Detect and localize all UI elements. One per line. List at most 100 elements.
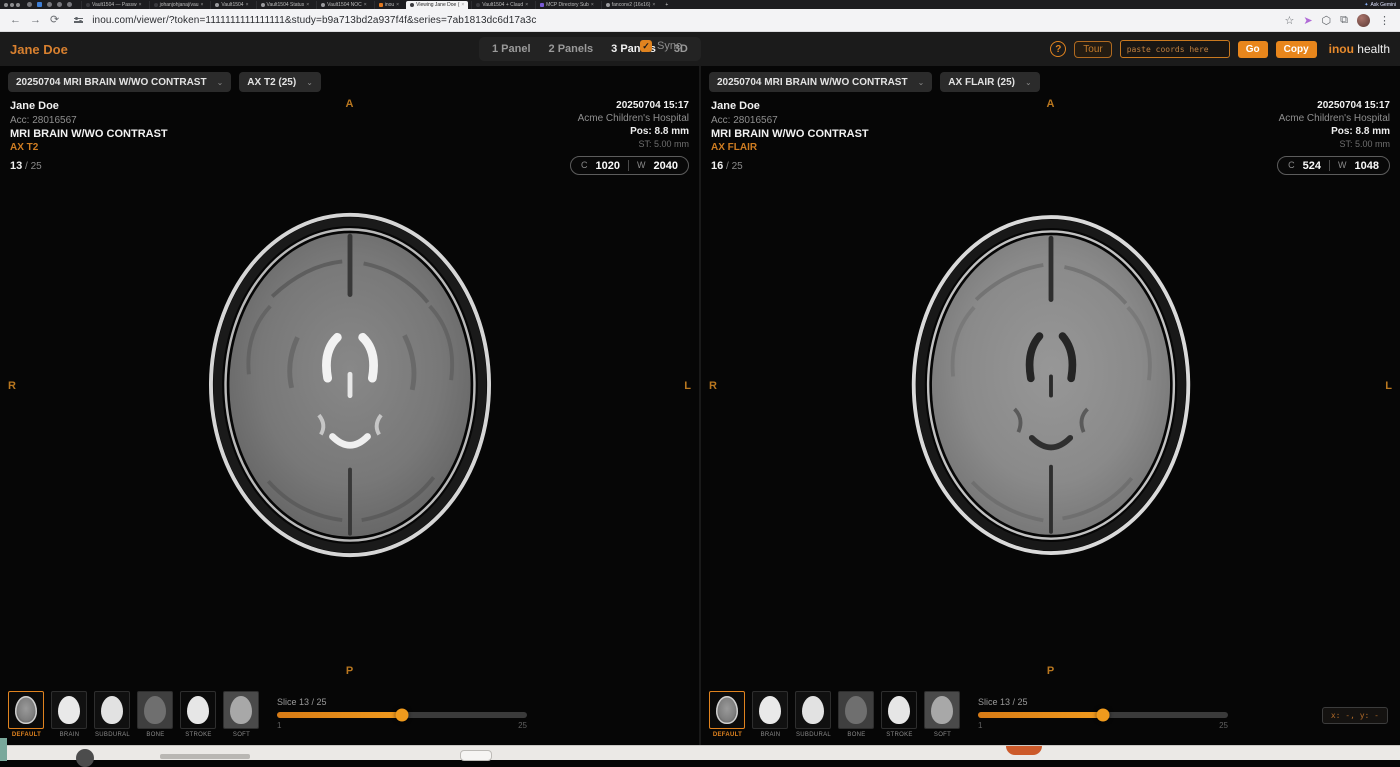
browser-tab[interactable]: MCP Directory Sub× bbox=[535, 1, 598, 9]
go-button[interactable]: Go bbox=[1238, 41, 1268, 58]
orientation-anterior: A bbox=[346, 98, 354, 110]
new-tab-button[interactable]: + bbox=[662, 2, 671, 8]
back-icon[interactable]: ← bbox=[10, 15, 21, 26]
preset-thumbnail-image bbox=[759, 696, 781, 724]
preset-bone[interactable]: BONE bbox=[137, 691, 174, 738]
tour-button[interactable]: Tour bbox=[1074, 41, 1111, 58]
slice-slider-knob[interactable] bbox=[1097, 709, 1110, 722]
tab-close-icon[interactable]: × bbox=[139, 2, 142, 8]
preset-brain[interactable]: BRAIN bbox=[752, 691, 789, 738]
forward-icon[interactable]: → bbox=[30, 15, 41, 26]
reload-icon[interactable]: ⟳ bbox=[50, 15, 59, 26]
preset-stroke[interactable]: STROKE bbox=[180, 691, 217, 738]
pinned-tab-icon[interactable] bbox=[67, 2, 72, 7]
browser-menu-icon[interactable]: ⋮ bbox=[1379, 14, 1390, 27]
width-value[interactable]: 2040 bbox=[654, 159, 678, 174]
tab-close-icon[interactable]: × bbox=[246, 2, 249, 8]
overlay-series-label: AX T2 bbox=[10, 141, 168, 154]
profile-avatar[interactable] bbox=[1357, 14, 1370, 27]
center-value[interactable]: 524 bbox=[1303, 159, 1321, 174]
tab-close-icon[interactable]: × bbox=[396, 2, 399, 8]
preset-default[interactable]: DEFAULT bbox=[8, 691, 45, 738]
slice-slider-fill bbox=[978, 712, 1103, 718]
slice-slider-label: Slice 13 / 25 bbox=[277, 697, 527, 707]
macos-traffic-lights[interactable] bbox=[4, 3, 20, 7]
study-select-right[interactable]: 20250704 MRI BRAIN W/WO CONTRAST⌄ bbox=[709, 72, 932, 92]
preset-thumbnail-image bbox=[101, 696, 123, 724]
mri-axial-brain-t2[interactable] bbox=[204, 208, 496, 560]
slice-slider-knob[interactable] bbox=[396, 709, 409, 722]
help-icon[interactable]: ? bbox=[1050, 41, 1066, 57]
extensions-icon[interactable]: ⬡ bbox=[1322, 14, 1332, 27]
browser-tab[interactable]: inou× bbox=[374, 1, 403, 9]
slice-slider-track[interactable] bbox=[277, 712, 527, 718]
window-level-control[interactable]: C 524 W 1048 bbox=[1277, 156, 1390, 175]
series-select-right[interactable]: AX FLAIR (25)⌄ bbox=[940, 72, 1039, 92]
site-settings-icon[interactable] bbox=[74, 18, 83, 23]
preset-thumbnail-image bbox=[144, 696, 166, 724]
ask-gemini-button[interactable]: ✦Ask Gemini bbox=[1364, 2, 1396, 8]
width-value[interactable]: 1048 bbox=[1355, 159, 1379, 174]
pinned-tab-icon[interactable] bbox=[37, 2, 42, 7]
preset-bone[interactable]: BONE bbox=[838, 691, 875, 738]
preset-stroke[interactable]: STROKE bbox=[881, 691, 918, 738]
overlay-series-label: AX FLAIR bbox=[711, 141, 869, 154]
study-select-left[interactable]: 20250704 MRI BRAIN W/WO CONTRAST⌄ bbox=[8, 72, 231, 92]
preset-default[interactable]: DEFAULT bbox=[709, 691, 746, 738]
browser-tab[interactable]: Vault1504 Status× bbox=[256, 1, 314, 9]
mri-axial-brain-flair[interactable] bbox=[907, 211, 1195, 559]
image-viewport-t2[interactable]: Jane Doe Acc: 28016567 MRI BRAIN W/WO CO… bbox=[0, 94, 699, 689]
tab-close-icon[interactable]: × bbox=[652, 2, 655, 8]
background-window-strip bbox=[0, 745, 1400, 760]
browser-tab[interactable]: Vault1504 NOC× bbox=[316, 1, 371, 9]
pinned-tab-icon[interactable] bbox=[57, 2, 62, 7]
chevron-down-icon: ⌄ bbox=[217, 78, 224, 87]
browser-tab-strip: Vault1504 — Passw× johanjohjanaj/vau× Va… bbox=[0, 0, 1400, 9]
browser-tab[interactable]: Vault1504 — Passw× bbox=[81, 1, 146, 9]
center-value[interactable]: 1020 bbox=[596, 159, 620, 174]
pinned-tab-icon[interactable] bbox=[27, 2, 32, 7]
tab-favicon bbox=[540, 3, 544, 7]
image-viewport-flair[interactable]: Jane Doe Acc: 28016567 MRI BRAIN W/WO CO… bbox=[701, 94, 1400, 689]
coords-input[interactable] bbox=[1120, 40, 1230, 58]
tab-close-icon[interactable]: × bbox=[461, 2, 464, 8]
layout-2panels-button[interactable]: 2 Panels bbox=[540, 37, 603, 61]
sync-toggle[interactable]: ✓ Sync bbox=[640, 40, 681, 52]
url-text[interactable]: inou.com/viewer/?token=1111111111111111&… bbox=[92, 15, 536, 26]
sync-checkbox-checked-icon[interactable]: ✓ bbox=[640, 40, 652, 52]
bookmark-star-icon[interactable]: ☆ bbox=[1284, 14, 1294, 27]
pinned-tabs[interactable] bbox=[27, 2, 72, 7]
copy-button[interactable]: Copy bbox=[1276, 41, 1317, 58]
preset-subdural[interactable]: SUBDURAL bbox=[94, 691, 131, 738]
preset-brain[interactable]: BRAIN bbox=[51, 691, 88, 738]
window-level-control[interactable]: C 1020 W 2040 bbox=[570, 156, 689, 175]
slice-slider-track[interactable] bbox=[978, 712, 1228, 718]
overlay-datetime: 20250704 15:17 bbox=[570, 99, 689, 112]
viewer-grid: 20250704 MRI BRAIN W/WO CONTRAST⌄ AX T2 … bbox=[0, 66, 1400, 745]
layout-1panel-button[interactable]: 1 Panel bbox=[483, 37, 540, 61]
browser-window-icon[interactable]: ⧉ bbox=[1340, 14, 1348, 27]
chevron-down-icon: ⌄ bbox=[306, 78, 313, 87]
preset-soft[interactable]: SOFT bbox=[924, 691, 961, 738]
browser-tab[interactable]: fanconv2 (16x16)× bbox=[601, 1, 660, 9]
browser-tab[interactable]: Vault1504× bbox=[210, 1, 252, 9]
tab-close-icon[interactable]: × bbox=[201, 2, 204, 8]
pinned-tab-icon[interactable] bbox=[47, 2, 52, 7]
browser-tab[interactable]: Vault1504 + Claud× bbox=[471, 1, 532, 9]
slice-slider-label: Slice 13 / 25 bbox=[978, 697, 1228, 707]
tab-close-icon[interactable]: × bbox=[591, 2, 594, 8]
tab-close-icon[interactable]: × bbox=[525, 2, 528, 8]
preset-thumbnail-image bbox=[888, 696, 910, 724]
tab-close-icon[interactable]: × bbox=[364, 2, 367, 8]
orientation-posterior: P bbox=[346, 665, 353, 677]
series-select-left[interactable]: AX T2 (25)⌄ bbox=[239, 72, 321, 92]
overlay-slice-counter: 13 / 25 bbox=[10, 154, 168, 175]
browser-tab-active[interactable]: Viewing Jane Doe (× bbox=[406, 1, 468, 9]
browser-tab[interactable]: johanjohjanaj/vau× bbox=[149, 1, 208, 9]
gemini-spark-icon: ✦ bbox=[1364, 2, 1368, 8]
tab-close-icon[interactable]: × bbox=[306, 2, 309, 8]
overlay-position: Pos: 8.8 mm bbox=[1277, 125, 1390, 138]
preset-soft[interactable]: SOFT bbox=[223, 691, 260, 738]
share-icon[interactable]: ➤ bbox=[1303, 14, 1312, 27]
preset-subdural[interactable]: SUBDURAL bbox=[795, 691, 832, 738]
